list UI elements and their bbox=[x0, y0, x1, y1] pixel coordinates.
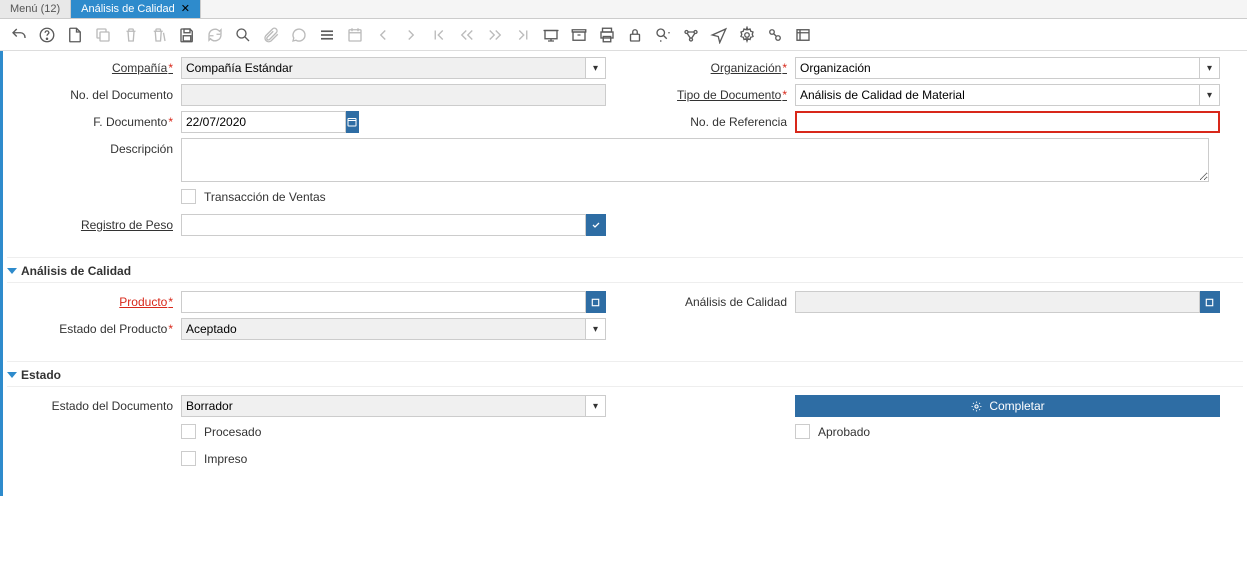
label-f-documento: F. Documento bbox=[11, 111, 181, 129]
delete-all-icon bbox=[146, 22, 172, 48]
estado-documento-input[interactable] bbox=[181, 395, 586, 417]
form-container: Compañía ▾ Organización ▾ No. del Docume… bbox=[0, 51, 1247, 496]
no-referencia-input[interactable] bbox=[795, 111, 1220, 133]
label-no-referencia: No. de Referencia bbox=[625, 111, 795, 129]
grid-toggle-icon[interactable] bbox=[314, 22, 340, 48]
analisis-calidad-search-icon[interactable] bbox=[1200, 291, 1220, 313]
calendar-icon bbox=[342, 22, 368, 48]
tab-active-label: Análisis de Calidad bbox=[81, 3, 175, 15]
analisis-calidad-input[interactable] bbox=[795, 291, 1200, 313]
compania-dropdown-icon[interactable]: ▾ bbox=[586, 57, 606, 79]
undo-icon[interactable] bbox=[6, 22, 32, 48]
label-registro-peso: Registro de Peso bbox=[11, 214, 181, 232]
section-header-analisis[interactable]: Análisis de Calidad bbox=[7, 260, 1243, 283]
archive-icon[interactable] bbox=[566, 22, 592, 48]
no-documento-input[interactable] bbox=[181, 84, 606, 106]
report-icon[interactable] bbox=[538, 22, 564, 48]
first-icon bbox=[426, 22, 452, 48]
tab-bar: Menú (12) Análisis de Calidad ✕ bbox=[0, 0, 1247, 19]
aprobado-checkbox[interactable]: Aprobado bbox=[795, 422, 870, 439]
close-icon[interactable]: ✕ bbox=[181, 4, 190, 15]
registro-peso-action-icon[interactable] bbox=[586, 214, 606, 236]
tab-analisis-calidad[interactable]: Análisis de Calidad ✕ bbox=[71, 0, 201, 18]
send-icon[interactable] bbox=[706, 22, 732, 48]
print-icon[interactable] bbox=[594, 22, 620, 48]
registro-peso-input[interactable] bbox=[181, 214, 586, 236]
last-icon bbox=[510, 22, 536, 48]
tab-menu[interactable]: Menú (12) bbox=[0, 0, 71, 18]
toolbar bbox=[0, 19, 1247, 51]
label-compania: Compañía bbox=[11, 57, 181, 75]
tipo-documento-input[interactable] bbox=[795, 84, 1200, 106]
estado-documento-dropdown-icon[interactable]: ▾ bbox=[586, 395, 606, 417]
estado-producto-input[interactable] bbox=[181, 318, 586, 340]
process-icon[interactable] bbox=[762, 22, 788, 48]
aprobado-label: Aprobado bbox=[818, 425, 870, 439]
next-icon bbox=[482, 22, 508, 48]
label-estado-documento: Estado del Documento bbox=[11, 395, 181, 413]
completar-button[interactable]: Completar bbox=[795, 395, 1220, 417]
refresh-icon bbox=[202, 22, 228, 48]
delete-icon bbox=[118, 22, 144, 48]
new-icon[interactable] bbox=[62, 22, 88, 48]
lock-icon[interactable] bbox=[622, 22, 648, 48]
procesado-checkbox[interactable]: Procesado bbox=[181, 422, 261, 439]
help-icon[interactable] bbox=[34, 22, 60, 48]
compania-input[interactable] bbox=[181, 57, 586, 79]
label-producto: Producto bbox=[11, 291, 181, 309]
workflow-icon[interactable] bbox=[678, 22, 704, 48]
prev-icon bbox=[454, 22, 480, 48]
descripcion-textarea[interactable] bbox=[181, 138, 1209, 182]
label-no-documento: No. del Documento bbox=[11, 84, 181, 102]
transaccion-ventas-checkbox[interactable]: Transacción de Ventas bbox=[181, 187, 326, 204]
attachment-icon bbox=[258, 22, 284, 48]
completar-label: Completar bbox=[989, 399, 1044, 413]
organizacion-dropdown-icon[interactable]: ▾ bbox=[1200, 57, 1220, 79]
impreso-label: Impreso bbox=[204, 452, 247, 466]
f-documento-input[interactable] bbox=[181, 111, 346, 133]
organizacion-input[interactable] bbox=[795, 57, 1200, 79]
chat-icon bbox=[286, 22, 312, 48]
collapse-icon bbox=[7, 372, 17, 378]
procesado-label: Procesado bbox=[204, 425, 261, 439]
label-organizacion: Organización bbox=[625, 57, 795, 75]
product-info-icon[interactable] bbox=[790, 22, 816, 48]
copy-icon bbox=[90, 22, 116, 48]
producto-input[interactable] bbox=[181, 291, 586, 313]
label-tipo-documento: Tipo de Documento bbox=[625, 84, 795, 102]
prev-parent-icon bbox=[370, 22, 396, 48]
tab-menu-label: Menú (12) bbox=[10, 3, 60, 15]
impreso-checkbox[interactable]: Impreso bbox=[181, 449, 247, 466]
collapse-icon bbox=[7, 268, 17, 274]
label-descripcion: Descripción bbox=[11, 138, 181, 156]
gear-icon[interactable] bbox=[734, 22, 760, 48]
search-icon[interactable] bbox=[230, 22, 256, 48]
section-header-estado[interactable]: Estado bbox=[7, 364, 1243, 387]
transaccion-ventas-label: Transacción de Ventas bbox=[204, 190, 326, 204]
producto-search-icon[interactable] bbox=[586, 291, 606, 313]
next-parent-icon bbox=[398, 22, 424, 48]
calendar-picker-icon[interactable] bbox=[346, 111, 359, 133]
label-analisis-calidad: Análisis de Calidad bbox=[625, 291, 795, 309]
tipo-documento-dropdown-icon[interactable]: ▾ bbox=[1200, 84, 1220, 106]
save-icon[interactable] bbox=[174, 22, 200, 48]
label-estado-producto: Estado del Producto bbox=[11, 318, 181, 336]
estado-producto-dropdown-icon[interactable]: ▾ bbox=[586, 318, 606, 340]
zoom-across-icon[interactable] bbox=[650, 22, 676, 48]
